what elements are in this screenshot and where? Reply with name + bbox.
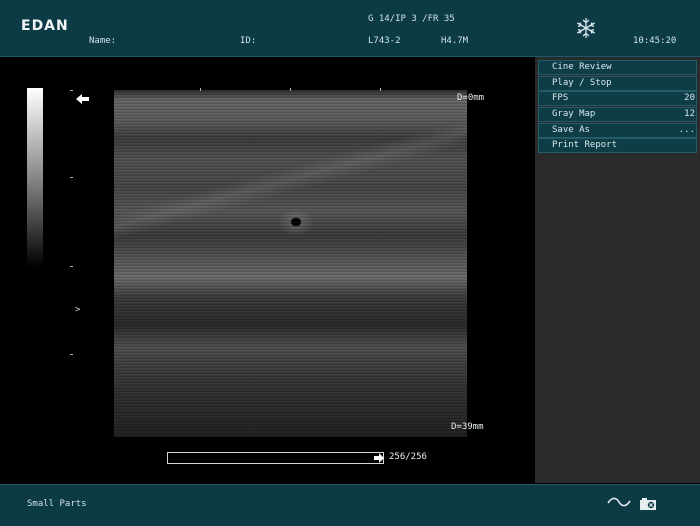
depth-top-label: D=0mm <box>457 93 485 103</box>
focus-marker: > <box>75 305 81 315</box>
frequency-readout: H4.7M <box>441 36 469 46</box>
menu-cine-review[interactable]: Cine Review <box>538 60 697 75</box>
menu-item-label: Play / Stop <box>552 77 612 88</box>
menu-play-stop[interactable]: Play / Stop <box>538 75 697 91</box>
exam-preset: Small Parts <box>27 499 87 509</box>
patient-name-label: Name: <box>89 36 117 46</box>
arrow-left-icon <box>76 94 89 104</box>
grayscale-bar <box>27 88 43 268</box>
menu-item-label: Gray Map <box>552 109 596 120</box>
menu-item-label: FPS <box>552 93 569 104</box>
brand-logo: EDAN <box>21 18 69 34</box>
menu-item-value: ... <box>678 124 695 135</box>
cine-handle-icon[interactable] <box>373 452 385 464</box>
depth-tick <box>70 266 73 267</box>
depth-tick <box>70 90 73 91</box>
device-icon <box>640 498 656 510</box>
bottom-status-bar <box>0 484 700 526</box>
imaging-parameters: G 14/IP 3 /FR 35 <box>368 14 455 24</box>
menu-item-value: 12 <box>684 109 695 120</box>
menu-fps[interactable]: FPS 20 <box>538 91 697 107</box>
menu-item-label: Print Report <box>552 140 618 151</box>
probe-model: L743-2 <box>368 36 401 46</box>
cine-menu: Cine Review Play / Stop FPS 20 Gray Map … <box>538 60 697 154</box>
snowflake-icon[interactable] <box>574 16 598 40</box>
depth-bottom-label: D=39mm <box>451 422 484 432</box>
lateral-tick <box>290 88 291 91</box>
menu-item-label: Save As <box>552 124 590 135</box>
depth-tick <box>70 354 73 355</box>
menu-item-value: 20 <box>684 93 695 104</box>
ultrasound-image[interactable] <box>114 90 467 437</box>
clock: 10:45:20 <box>633 36 677 46</box>
lateral-tick <box>200 88 201 91</box>
patient-id-label: ID: <box>240 36 257 46</box>
frame-counter: 256/256 <box>389 452 427 462</box>
wave-icon <box>607 497 631 507</box>
menu-gray-map[interactable]: Gray Map 12 <box>538 107 697 123</box>
menu-item-label: Cine Review <box>552 62 612 72</box>
cine-progress-bar[interactable] <box>167 452 384 464</box>
menu-print-report[interactable]: Print Report <box>538 138 697 154</box>
lateral-tick <box>380 88 381 91</box>
menu-save-as[interactable]: Save As ... <box>538 122 697 138</box>
depth-tick <box>70 177 73 178</box>
